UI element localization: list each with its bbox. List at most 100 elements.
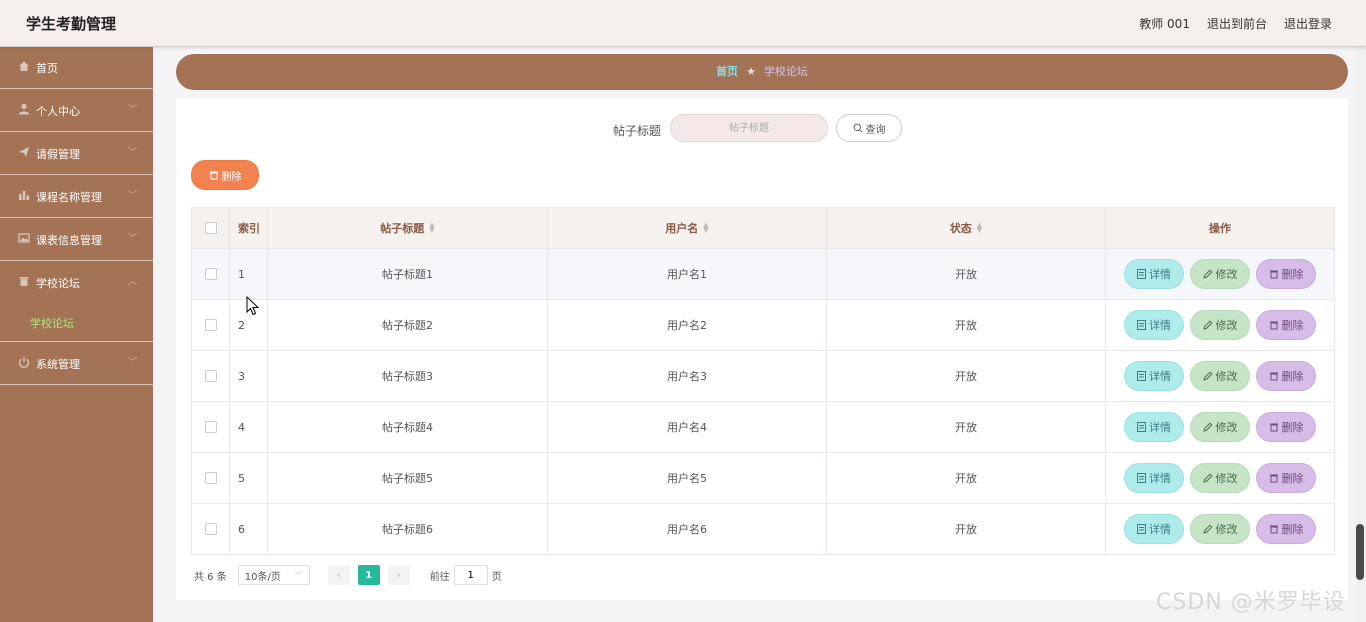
detail-label: 详情: [1149, 319, 1171, 332]
page-number-current[interactable]: 1: [357, 565, 380, 585]
pencil-icon: [1202, 473, 1213, 483]
row-checkbox[interactable]: [204, 472, 217, 484]
detail-button[interactable]: 详情: [1124, 259, 1184, 289]
sidebar-item-schedule[interactable]: 课表信息管理 ﹀: [0, 218, 153, 261]
forum-table: 索引 帖子标题 ▲ ▼ 用户名 ▲ ▼ 状态 ▲ ▼ 操作 1 帖子标题1 用户名1 开放 …: [191, 207, 1335, 555]
goto-page-input[interactable]: [453, 565, 488, 585]
batch-delete-label: 删除: [221, 171, 242, 183]
logout-link[interactable]: 退出登录: [1284, 15, 1332, 32]
send-icon: [19, 147, 29, 157]
table-row[interactable]: 5 帖子标题5 用户名5 开放 详情 修改 删除: [192, 453, 1334, 504]
row-checkbox[interactable]: [204, 421, 217, 433]
edit-button[interactable]: 修改: [1190, 361, 1250, 391]
back-to-frontend-link[interactable]: 退出到前台: [1207, 15, 1267, 32]
header-index: 索引: [230, 208, 268, 248]
pencil-icon: [1202, 371, 1213, 381]
edit-button[interactable]: 修改: [1190, 463, 1250, 493]
trash-icon: [209, 171, 218, 180]
edit-button[interactable]: 修改: [1190, 412, 1250, 442]
delete-label: 删除: [1281, 268, 1304, 281]
table-row[interactable]: 6 帖子标题6 用户名6 开放 详情 修改 删除: [192, 504, 1334, 554]
detail-button[interactable]: 详情: [1124, 361, 1184, 391]
delete-button[interactable]: 删除: [1256, 463, 1316, 493]
sidebar-item-forum[interactable]: 学校论坛 ︿: [0, 261, 153, 303]
row-checkbox[interactable]: [204, 319, 217, 331]
cell-title-value: 帖子标题5: [382, 472, 433, 485]
header-user[interactable]: 用户名 ▲ ▼: [548, 208, 827, 248]
sidebar-subitem-forum[interactable]: 学校论坛: [0, 303, 153, 342]
row-checkbox[interactable]: [204, 268, 217, 280]
table-row[interactable]: 3 帖子标题3 用户名3 开放 详情 修改 删除: [192, 351, 1334, 402]
delete-button[interactable]: 删除: [1256, 514, 1316, 544]
chevron-down-icon: ﹀: [294, 570, 303, 580]
batch-delete-button[interactable]: 删除: [191, 160, 259, 190]
breadcrumb: 首页 ★ 学校论坛: [176, 54, 1348, 90]
cell-status: 开放: [827, 402, 1106, 452]
document-icon: [1137, 320, 1146, 330]
select-all-cell: [192, 208, 230, 248]
user-name-link[interactable]: 教师 001: [1139, 15, 1190, 32]
cell-status-value: 开放: [955, 268, 977, 281]
cell-ops: 详情 修改 删除: [1106, 300, 1334, 350]
select-all-checkbox[interactable]: [204, 222, 217, 234]
cell-user: 用户名5: [548, 453, 827, 503]
cell-title: 帖子标题2: [268, 300, 548, 350]
detail-button[interactable]: 详情: [1124, 310, 1184, 340]
delete-label: 删除: [1281, 319, 1304, 332]
cell-title: 帖子标题4: [268, 402, 548, 452]
breadcrumb-current: 学校论坛: [763, 65, 808, 78]
header-status[interactable]: 状态 ▲ ▼: [827, 208, 1106, 248]
page-size-value: 10条/页: [244, 571, 281, 583]
header-title-label: 帖子标题: [380, 222, 425, 235]
trash-icon: [1269, 423, 1278, 432]
detail-button[interactable]: 详情: [1124, 412, 1184, 442]
mouse-cursor-icon: [246, 296, 260, 316]
edit-button[interactable]: 修改: [1190, 310, 1250, 340]
page-suffix: 页: [491, 571, 502, 583]
search-label: 帖子标题: [613, 124, 662, 138]
bar-chart-icon: [19, 191, 30, 200]
sort-icon[interactable]: ▲ ▼: [977, 222, 982, 234]
scrollbar-thumb[interactable]: [1356, 524, 1364, 580]
delete-button[interactable]: 删除: [1256, 412, 1316, 442]
table-row[interactable]: 4 帖子标题4 用户名4 开放 详情 修改 删除: [192, 402, 1334, 453]
detail-label: 详情: [1149, 370, 1171, 383]
cell-title-value: 帖子标题6: [382, 523, 433, 536]
detail-button[interactable]: 详情: [1124, 514, 1184, 544]
sidebar-item-leave[interactable]: 请假管理 ﹀: [0, 132, 153, 175]
user-icon: [19, 103, 29, 115]
delete-button[interactable]: 删除: [1256, 259, 1316, 289]
trash-icon: [1269, 525, 1278, 534]
chevron-down-icon: ﹀: [128, 148, 138, 158]
row-select-cell: [192, 453, 230, 503]
row-checkbox[interactable]: [204, 523, 217, 535]
search-input[interactable]: [670, 114, 828, 142]
row-select-cell: [192, 351, 230, 401]
table-row[interactable]: 2 帖子标题2 用户名2 开放 详情 修改 删除: [192, 300, 1334, 351]
cell-title: 帖子标题3: [268, 351, 548, 401]
cell-ops: 详情 修改 删除: [1106, 351, 1334, 401]
query-button[interactable]: 查询: [836, 114, 902, 142]
next-page-button[interactable]: ›: [387, 565, 410, 585]
sidebar-item-system[interactable]: 系统管理 ﹀: [0, 342, 153, 385]
row-checkbox[interactable]: [204, 370, 217, 382]
sort-icon[interactable]: ▲ ▼: [429, 222, 434, 234]
breadcrumb-home[interactable]: 首页: [716, 65, 738, 78]
edit-button[interactable]: 修改: [1190, 259, 1250, 289]
table-row[interactable]: 1 帖子标题1 用户名1 开放 详情 修改 删除: [192, 249, 1334, 300]
delete-button[interactable]: 删除: [1256, 361, 1316, 391]
chevron-right-icon: ›: [396, 569, 401, 581]
sidebar-item-personal-center[interactable]: 个人中心 ﹀: [0, 89, 153, 132]
edit-button[interactable]: 修改: [1190, 514, 1250, 544]
chevron-down-icon: ﹀: [128, 234, 138, 244]
prev-page-button[interactable]: ‹: [327, 565, 350, 585]
sidebar-item-course-names[interactable]: 课程名称管理 ﹀: [0, 175, 153, 218]
chevron-up-icon: ︿: [128, 277, 138, 287]
page-size-select[interactable]: 10条/页 ﹀: [237, 565, 310, 585]
sort-icon[interactable]: ▲ ▼: [703, 222, 708, 234]
delete-button[interactable]: 删除: [1256, 310, 1316, 340]
sidebar-item-home[interactable]: 首页: [0, 46, 153, 89]
header-title[interactable]: 帖子标题 ▲ ▼: [268, 208, 548, 248]
cell-status: 开放: [827, 453, 1106, 503]
detail-button[interactable]: 详情: [1124, 463, 1184, 493]
